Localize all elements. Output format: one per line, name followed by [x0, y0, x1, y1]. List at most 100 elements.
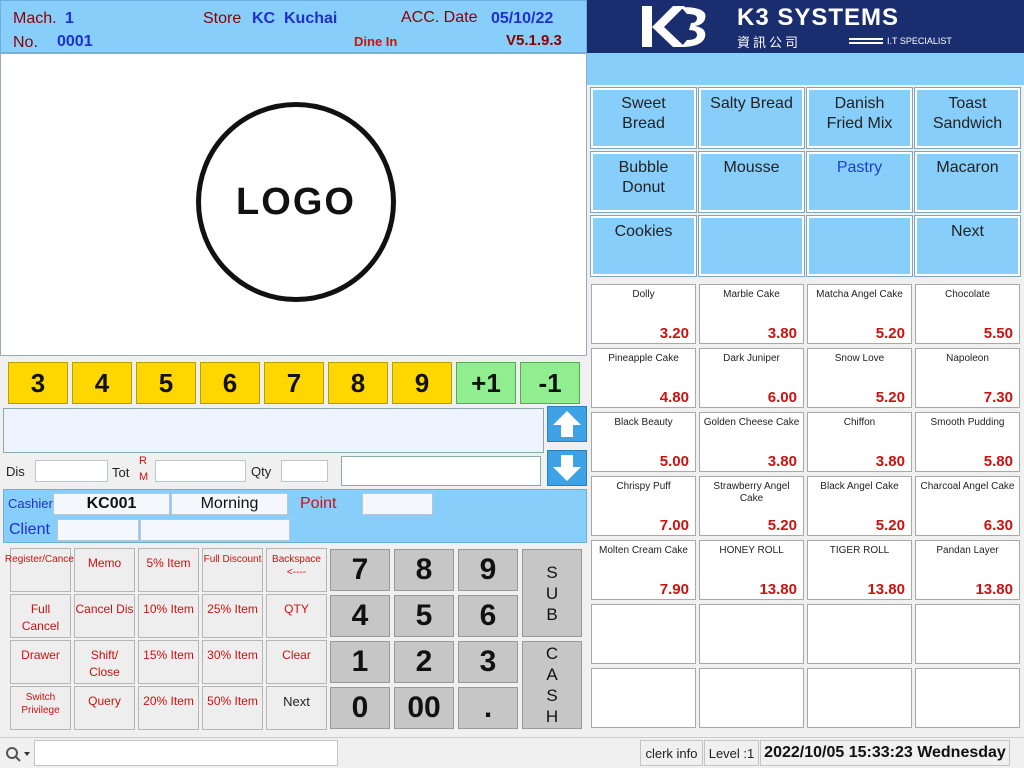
product-button[interactable]: Strawberry Angel Cake 5.20 [699, 476, 804, 536]
client-name-field[interactable] [140, 519, 290, 541]
product-button[interactable]: TIGER ROLL 13.80 [807, 540, 912, 600]
keypad-button[interactable]: 5 [394, 595, 454, 637]
product-button[interactable]: Dolly 3.20 [591, 284, 696, 344]
function-button[interactable]: Memo [74, 548, 135, 592]
number-button[interactable]: +1 [456, 362, 516, 404]
arrow-up-icon [553, 411, 581, 437]
category-button[interactable]: Cookies [590, 215, 697, 277]
function-button[interactable]: Full Discount [202, 548, 263, 592]
product-button[interactable] [699, 668, 804, 728]
keypad-button[interactable]: 4 [330, 595, 390, 637]
function-button[interactable]: Next [266, 686, 327, 730]
product-button[interactable]: Chiffon 3.80 [807, 412, 912, 472]
category-button[interactable]: Toast Sandwich [914, 87, 1021, 149]
category-button[interactable]: Macaron [914, 151, 1021, 213]
product-button[interactable]: HONEY ROLL 13.80 [699, 540, 804, 600]
category-button[interactable] [698, 215, 805, 277]
product-button[interactable]: Dark Juniper 6.00 [699, 348, 804, 408]
function-button[interactable]: 25% Item [202, 594, 263, 638]
qty-field[interactable] [281, 460, 328, 482]
sub-total-button[interactable]: S U B [522, 549, 582, 637]
product-button[interactable]: Black Beauty 5.00 [591, 412, 696, 472]
number-button[interactable]: 5 [136, 362, 196, 404]
product-price: 5.80 [983, 453, 1013, 470]
category-button[interactable]: Next [914, 215, 1021, 277]
function-button[interactable]: 20% Item [138, 686, 199, 730]
clerk-info[interactable]: clerk info [640, 740, 703, 766]
category-button[interactable]: Mousse [698, 151, 805, 213]
function-button[interactable]: Query [74, 686, 135, 730]
discount-field[interactable] [35, 460, 108, 482]
category-button[interactable]: Pastry [806, 151, 913, 213]
cash-button[interactable]: C A S H [522, 641, 582, 729]
function-button[interactable]: 50% Item [202, 686, 263, 730]
product-button[interactable]: Charcoal Angel Cake 6.30 [915, 476, 1020, 536]
keypad-button[interactable]: 9 [458, 549, 518, 591]
product-button[interactable] [915, 668, 1020, 728]
point-label: Point [300, 495, 337, 512]
keypad-button[interactable]: 8 [394, 549, 454, 591]
function-button[interactable]: Backspace <---- [266, 548, 327, 592]
product-button[interactable]: Pandan Layer 13.80 [915, 540, 1020, 600]
product-button[interactable] [591, 668, 696, 728]
product-button[interactable]: Golden Cheese Cake 3.80 [699, 412, 804, 472]
category-button[interactable]: Danish Fried Mix [806, 87, 913, 149]
level-indicator: Level :1 [704, 740, 759, 766]
category-button[interactable]: Sweet Bread [590, 87, 697, 149]
function-button[interactable]: Full Cancel [10, 594, 71, 638]
category-button[interactable] [806, 215, 913, 277]
keypad-button[interactable]: 2 [394, 641, 454, 683]
category-button[interactable]: Bubble Donut [590, 151, 697, 213]
product-button[interactable]: Chocolate 5.50 [915, 284, 1020, 344]
store-value: KC Kuchai [252, 10, 338, 27]
keypad-button[interactable]: . [458, 687, 518, 729]
product-button[interactable]: Molten Cream Cake 7.90 [591, 540, 696, 600]
product-button[interactable]: Snow Love 5.20 [807, 348, 912, 408]
product-button[interactable]: Smooth Pudding 5.80 [915, 412, 1020, 472]
input-entry-field[interactable] [341, 456, 541, 486]
function-button[interactable]: Switch Privilege [10, 686, 71, 730]
product-button[interactable]: Black Angel Cake 5.20 [807, 476, 912, 536]
function-button[interactable]: 15% Item [138, 640, 199, 684]
total-field[interactable] [155, 460, 246, 482]
function-button[interactable]: 5% Item [138, 548, 199, 592]
function-button[interactable]: Cancel Dis [74, 594, 135, 638]
product-button[interactable]: Pineapple Cake 4.80 [591, 348, 696, 408]
product-button[interactable] [807, 668, 912, 728]
number-button[interactable]: -1 [520, 362, 580, 404]
client-id-field[interactable] [57, 519, 139, 541]
number-button[interactable]: 8 [328, 362, 388, 404]
category-button[interactable]: Salty Bread [698, 87, 805, 149]
number-button[interactable]: 7 [264, 362, 324, 404]
function-button[interactable]: 30% Item [202, 640, 263, 684]
product-button[interactable]: Matcha Angel Cake 5.20 [807, 284, 912, 344]
product-name: Molten Cream Cake [599, 545, 688, 556]
message-display [3, 408, 544, 453]
product-button[interactable] [915, 604, 1020, 664]
function-button[interactable]: QTY [266, 594, 327, 638]
product-button[interactable] [807, 604, 912, 664]
tools-menu[interactable] [4, 744, 32, 762]
scroll-up-button[interactable] [547, 406, 587, 442]
product-button[interactable] [591, 604, 696, 664]
keypad-button[interactable]: 3 [458, 641, 518, 683]
product-button[interactable]: Chrispy Puff 7.00 [591, 476, 696, 536]
number-button[interactable]: 9 [392, 362, 452, 404]
keypad-button[interactable]: 00 [394, 687, 454, 729]
product-button[interactable] [699, 604, 804, 664]
function-button[interactable]: Clear [266, 640, 327, 684]
keypad-button[interactable]: 7 [330, 549, 390, 591]
function-button[interactable]: Shift/ Close [74, 640, 135, 684]
number-button[interactable]: 6 [200, 362, 260, 404]
function-button[interactable]: 10% Item [138, 594, 199, 638]
product-button[interactable]: Marble Cake 3.80 [699, 284, 804, 344]
function-button[interactable]: Register/Cancel [5, 548, 76, 592]
number-button[interactable]: 4 [72, 362, 132, 404]
keypad-button[interactable]: 1 [330, 641, 390, 683]
scroll-down-button[interactable] [547, 450, 587, 486]
product-button[interactable]: Napoleon 7.30 [915, 348, 1020, 408]
keypad-button[interactable]: 0 [330, 687, 390, 729]
number-button[interactable]: 3 [8, 362, 68, 404]
function-button[interactable]: Drawer [10, 640, 71, 684]
keypad-button[interactable]: 6 [458, 595, 518, 637]
